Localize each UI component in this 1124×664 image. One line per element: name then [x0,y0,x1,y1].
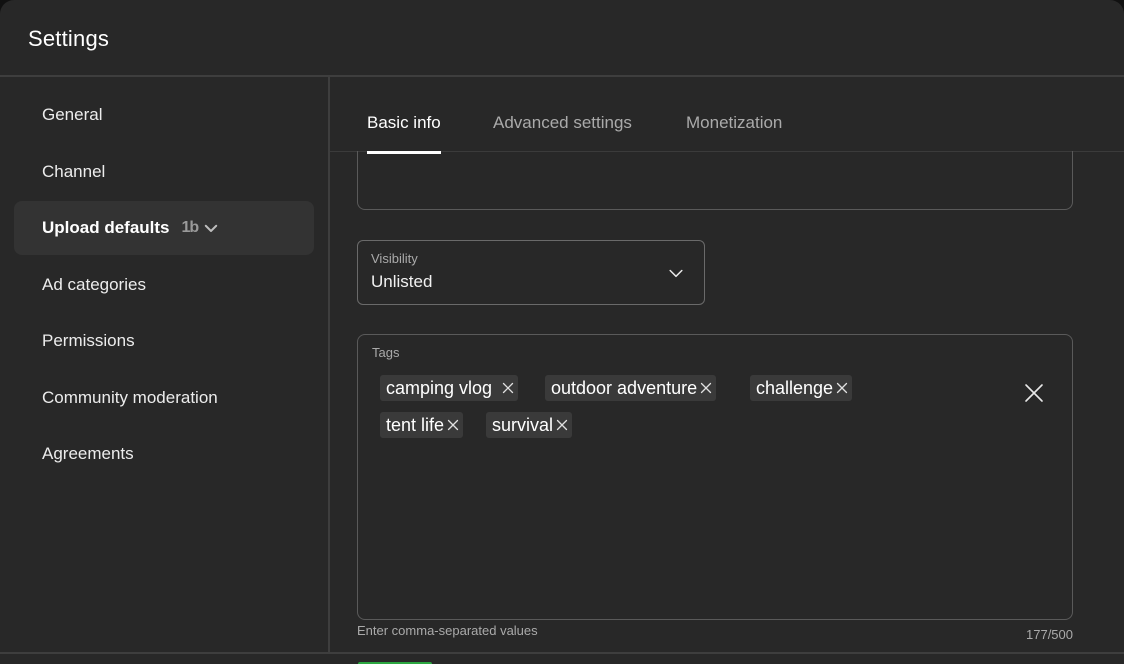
close-icon[interactable] [1024,383,1044,403]
close-icon[interactable] [836,382,848,394]
tab-basic-info[interactable]: Basic info [367,113,441,154]
sidebar-item-label: Channel [42,162,106,181]
tag-chip: survival [486,412,573,438]
dialog-header: Settings [0,0,1124,77]
description-field[interactable] [357,151,1073,210]
visibility-value: Unlisted [371,272,433,291]
sidebar-item-agreements[interactable]: Agreements [14,427,314,481]
visibility-select[interactable]: Visibility Unlisted [357,240,705,305]
close-icon[interactable] [447,419,459,431]
sidebar-item-label: Permissions [42,331,135,350]
tab-advanced-settings[interactable]: Advanced settings [493,113,632,151]
visibility-label: Visibility [371,251,418,266]
tag-chip: tent life [380,412,464,438]
sidebar-item-general[interactable]: General [14,88,314,142]
sidebar-item-label: General [42,105,103,124]
close-icon[interactable] [700,382,712,394]
tags-field[interactable]: Tags camping vlog outdoor adventure chal… [357,334,1073,620]
tag-chip-text: tent life [386,414,445,435]
settings-sidebar: General Channel Upload defaults 1b Ad ca… [0,77,330,652]
sidebar-item-label: Community moderation [42,388,218,407]
sidebar-item-channel[interactable]: Channel [14,145,314,199]
sidebar-item-permissions[interactable]: Permissions [14,314,314,368]
sidebar-item-label: Upload defaults [42,218,170,237]
tags-hint: Enter comma-separated values [357,623,538,638]
tab-monetization[interactable]: Monetization [686,113,782,151]
tag-chip: camping vlog [380,375,519,401]
sidebar-item-label: Agreements [42,444,134,463]
tab-bar: Basic info Advanced settings Monetizatio… [330,77,1124,154]
close-icon[interactable] [556,419,568,431]
tag-chip-text: camping vlog [386,377,493,398]
close-icon[interactable] [502,382,514,394]
tags-label: Tags [372,345,400,360]
sidebar-item-community-moderation[interactable]: Community moderation [14,371,314,425]
tag-chip-text: challenge [756,377,834,398]
sidebar-item-ad-categories[interactable]: Ad categories [14,258,314,312]
tag-chip: challenge [750,375,853,401]
tag-chip: outdoor adventure [545,375,717,401]
settings-dialog: Settings General Channel Upload defaults… [0,0,1124,664]
settings-main: Basic info Advanced settings Monetizatio… [330,77,1124,652]
sidebar-item-upload-defaults[interactable]: Upload defaults 1b [14,201,314,255]
chevron-down-icon[interactable] [202,219,220,237]
sidebar-item-label: Ad categories [42,275,146,294]
dialog-title: Settings [28,26,110,51]
chevron-down-icon [669,269,683,278]
dialog-footer [0,652,1124,664]
tag-chip-text: outdoor adventure [551,377,698,398]
tag-chip-text: survival [492,414,554,435]
tags-counter: 177/500 [1026,627,1073,642]
sidebar-item-badge: 1b [181,219,200,236]
